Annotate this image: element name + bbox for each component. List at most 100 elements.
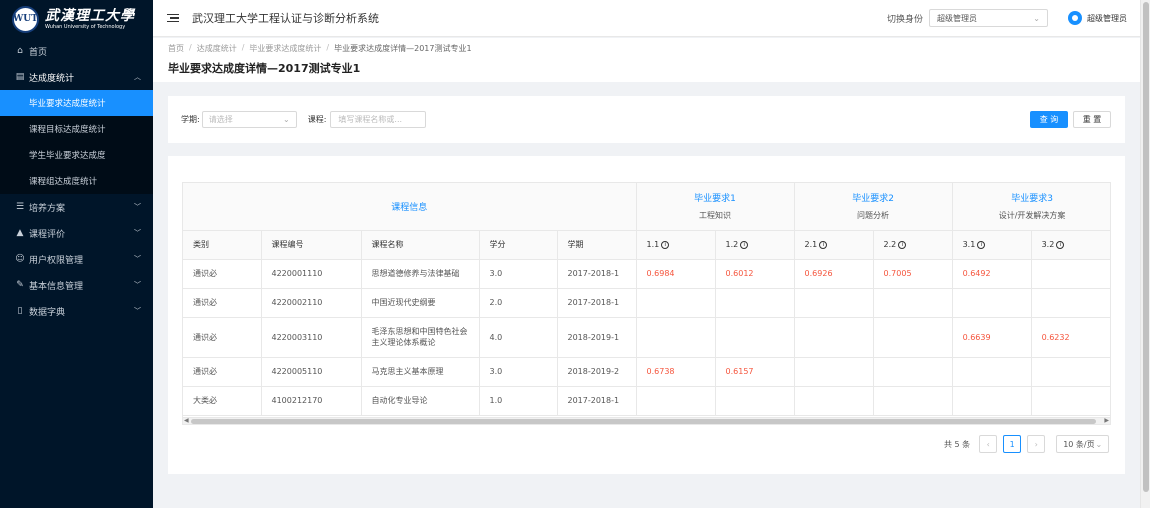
- info-icon[interactable]: i: [1056, 240, 1065, 249]
- pagination-total: 共 5 条: [944, 439, 971, 449]
- menu-toggle-icon[interactable]: [167, 13, 179, 23]
- sidebar-item-label: 课程评价: [29, 229, 66, 240]
- sidebar: WUT 武漢理工大學 Wuhan University of Technolog…: [0, 0, 153, 508]
- cell-category: 通识必: [183, 317, 262, 358]
- sidebar-item-basic-info[interactable]: ✎ 基本信息管理 ﹀: [0, 272, 153, 298]
- page-size-select[interactable]: 10 条/页 ⌄: [1056, 435, 1110, 453]
- info-icon[interactable]: i: [898, 240, 907, 249]
- sidebar-item-achievement-stats[interactable]: ▤ 达成度统计 ︿: [0, 64, 153, 90]
- group-header-title: 课程信息: [391, 202, 428, 213]
- page-head: 首页 / 达成度统计 / 毕业要求达成度统计 / 毕业要求达成度详情—2017测…: [153, 38, 1140, 82]
- column-header-course-code: 课程编号: [261, 230, 362, 260]
- term-select[interactable]: 请选择 ⌄: [201, 111, 297, 128]
- book-icon: ▯: [17, 306, 23, 316]
- term-label: 学期:: [181, 115, 200, 124]
- avatar[interactable]: [1068, 11, 1082, 25]
- sidebar-item-user-permissions[interactable]: ☺ 用户权限管理 ﹀: [0, 246, 153, 272]
- cell-category: 大类必: [183, 386, 262, 416]
- sidebar-item-label: 用户权限管理: [29, 255, 84, 266]
- chevron-down-icon: ﹀: [134, 255, 141, 263]
- breadcrumb-separator: /: [326, 43, 330, 52]
- sidebar-subitem-course-group[interactable]: 课程组达成度统计: [0, 168, 153, 194]
- cell-term: 2017-2018-1: [557, 259, 637, 289]
- switch-role-label: 切换身份: [886, 14, 923, 25]
- cell-indicator-3-2: [1031, 386, 1110, 416]
- cell-indicator-2-2: [873, 288, 953, 318]
- group-header-title: 毕业要求1: [694, 194, 736, 205]
- table-scroll-area[interactable]: 课程信息 毕业要求1 工程知识 毕业要求2 问题分析 毕业要求3 设计/开发解决…: [182, 182, 1111, 422]
- scroll-right-icon[interactable]: ▶: [1104, 417, 1109, 424]
- list-icon: ☰: [15, 202, 25, 212]
- cell-course-code: 4220001110: [261, 259, 362, 289]
- cell-indicator-3-1: [952, 386, 1032, 416]
- group-header-subtitle: 问题分析: [857, 211, 890, 221]
- cell-credit: 4.0: [479, 317, 558, 358]
- sidebar-item-label: 数据字典: [29, 307, 66, 318]
- group-header-title: 毕业要求3: [1011, 194, 1053, 205]
- cell-indicator-1-1: [636, 386, 716, 416]
- cell-term: 2018-2019-1: [557, 317, 637, 358]
- breadcrumb-item-home[interactable]: 首页: [168, 43, 184, 54]
- column-header-course-name: 课程名称: [361, 230, 480, 260]
- university-emblem: WUT: [12, 5, 39, 33]
- scrollbar-thumb[interactable]: [1143, 2, 1149, 492]
- sidebar-subitem-course-objective[interactable]: 课程目标达成度统计: [0, 116, 153, 142]
- column-header-credit: 学分: [479, 230, 558, 260]
- cell-indicator-3-1: 0.6492: [952, 259, 1032, 289]
- cell-course-name: 中国近现代史纲要: [361, 288, 480, 318]
- chevron-down-icon: ⌄: [1095, 439, 1103, 449]
- query-button[interactable]: 查 询: [1030, 111, 1068, 128]
- table-panel: 课程信息 毕业要求1 工程知识 毕业要求2 问题分析 毕业要求3 设计/开发解决…: [168, 156, 1125, 474]
- chevron-down-icon: ﹀: [134, 203, 141, 211]
- page-number-button[interactable]: 1: [1003, 435, 1022, 453]
- scrollbar-thumb[interactable]: [191, 419, 1096, 424]
- cell-credit: 3.0: [479, 259, 558, 289]
- cell-course-code: 4220002110: [261, 288, 362, 318]
- sidebar-menu: ⌂ 首页 ▤ 达成度统计 ︿ 毕业要求达成度统计 课程目标达成度统计 学生毕业要…: [0, 38, 153, 324]
- reset-button[interactable]: 重 置: [1073, 111, 1111, 128]
- breadcrumb-separator: /: [241, 43, 245, 52]
- sidebar-subitem-graduation-requirement[interactable]: 毕业要求达成度统计: [0, 90, 153, 116]
- cell-indicator-3-2: [1031, 259, 1110, 289]
- sidebar-item-label: 培养方案: [29, 203, 66, 214]
- group-header-requirement-1: 毕业要求1 工程知识: [636, 183, 795, 231]
- column-header-label: 3.2: [1041, 240, 1055, 249]
- sidebar-item-label: 首页: [29, 47, 48, 58]
- group-header-course-info: 课程信息: [183, 183, 637, 231]
- breadcrumb-item-requirement-stats[interactable]: 毕业要求达成度统计: [249, 43, 321, 54]
- cell-indicator-1-1: 0.6984: [636, 259, 716, 289]
- table-horizontal-scrollbar[interactable]: ◀ ▶: [182, 417, 1111, 425]
- cell-course-code: 4100212170: [261, 386, 362, 416]
- info-icon[interactable]: i: [819, 240, 828, 249]
- logo-name-cn: 武漢理工大學: [45, 7, 135, 24]
- info-icon[interactable]: i: [977, 240, 986, 249]
- achievement-table: 课程信息 毕业要求1 工程知识 毕业要求2 问题分析 毕业要求3 设计/开发解决…: [183, 183, 1110, 416]
- cell-indicator-3-1: 0.6639: [952, 317, 1032, 358]
- page-title: 毕业要求达成度详情—2017测试专业1: [168, 62, 361, 75]
- user-name[interactable]: 超级管理员: [1087, 13, 1127, 24]
- info-icon[interactable]: i: [740, 240, 749, 249]
- cell-course-code: 4220003110: [261, 317, 362, 358]
- chevron-right-icon: ›: [1034, 439, 1038, 449]
- sidebar-item-label: 课程组达成度统计: [29, 177, 98, 187]
- cell-indicator-3-1: [952, 357, 1032, 387]
- prev-page-button[interactable]: ‹: [979, 435, 998, 453]
- top-header: 武汉理工大学工程认证与诊断分析系统 切换身份 超级管理员 ⌄ 超级管理员: [153, 0, 1140, 37]
- breadcrumb-item-stats[interactable]: 达成度统计: [197, 43, 237, 54]
- sidebar-subitem-student-requirement[interactable]: 学生毕业要求达成度: [0, 142, 153, 168]
- role-select[interactable]: 超级管理员 ⌄: [929, 9, 1048, 27]
- cell-category: 通识必: [183, 259, 262, 289]
- sidebar-item-training-plan[interactable]: ☰ 培养方案 ﹀: [0, 194, 153, 220]
- page-vertical-scrollbar[interactable]: [1140, 0, 1150, 508]
- column-header-label: 2.2: [883, 240, 897, 249]
- scroll-left-icon[interactable]: ◀: [184, 417, 189, 424]
- info-icon[interactable]: i: [661, 240, 670, 249]
- sidebar-item-data-dictionary[interactable]: ▯ 数据字典 ﹀: [0, 298, 153, 324]
- sidebar-item-home[interactable]: ⌂ 首页: [0, 38, 153, 64]
- cell-indicator-1-1: 0.6738: [636, 357, 716, 387]
- cell-indicator-2-2: [873, 317, 953, 358]
- next-page-button[interactable]: ›: [1027, 435, 1046, 453]
- chevron-down-icon: ﹀: [134, 229, 141, 237]
- course-search-input[interactable]: 填写课程名称或...: [330, 111, 427, 128]
- sidebar-item-course-evaluation[interactable]: ▲ 课程评价 ﹀: [0, 220, 153, 246]
